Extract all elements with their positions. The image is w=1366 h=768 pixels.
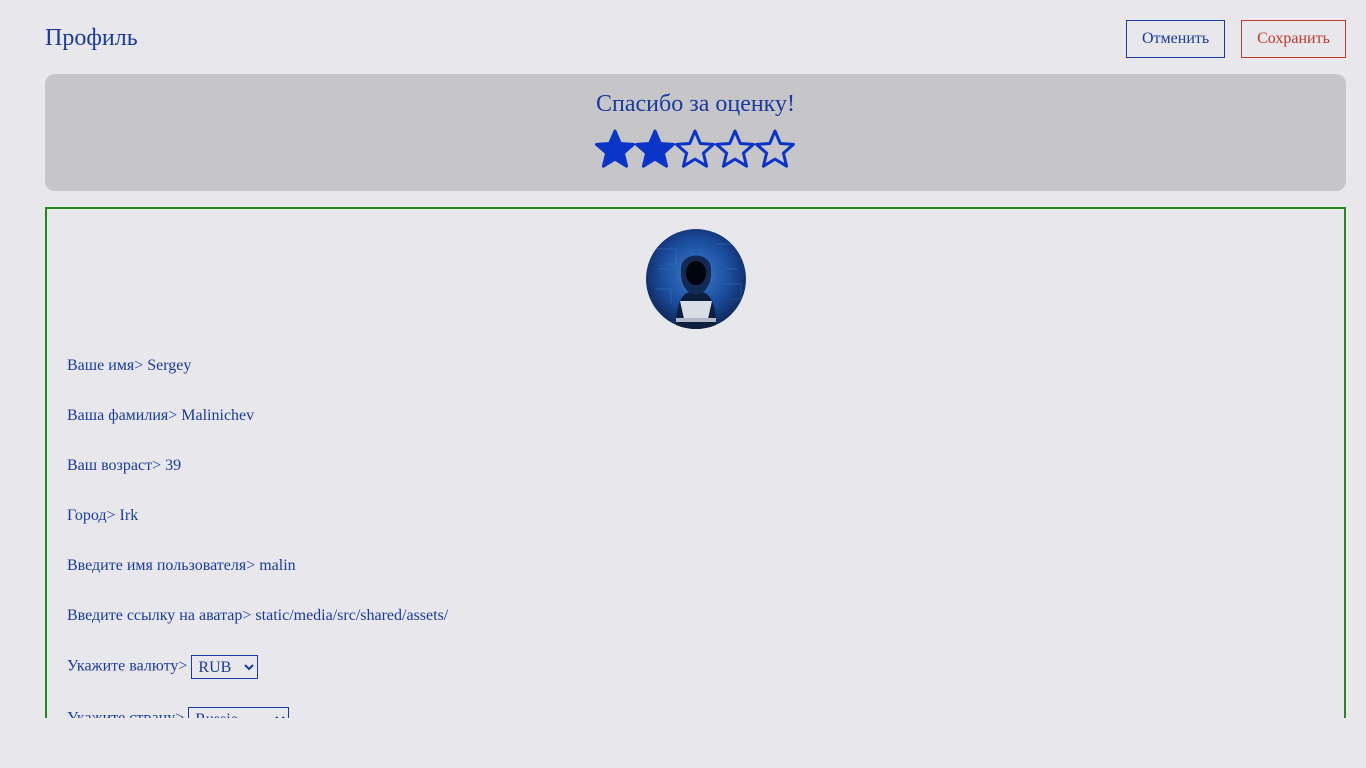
field-value[interactable]: 39 xyxy=(165,457,181,474)
profile-field: Ваше имя> Sergey xyxy=(67,357,191,375)
star-icon[interactable] xyxy=(595,128,635,170)
field-label: Введите ссылку на аватар> xyxy=(67,607,252,624)
page-title: Профиль xyxy=(45,25,138,51)
field-value[interactable]: Irk xyxy=(120,507,139,524)
profile-field: Введите имя пользователя> malin xyxy=(67,557,296,575)
currency-field: Укажите валюту> RUB xyxy=(67,655,259,679)
profile-field: Ваша фамилия> Malinichev xyxy=(67,407,254,425)
page-header: Профиль Отменить Сохранить xyxy=(45,20,1346,58)
field-value[interactable]: Malinichev xyxy=(181,407,254,424)
viewport-bottom xyxy=(0,718,1366,768)
field-label: Город> xyxy=(67,507,116,524)
field-label: Ваше имя> xyxy=(67,357,144,374)
currency-label: Укажите валюту> xyxy=(67,657,188,675)
field-label: Ваш возраст> xyxy=(67,457,162,474)
field-label: Ваша фамилия> xyxy=(67,407,178,424)
star-rating xyxy=(595,128,797,170)
field-label: Введите имя пользователя> xyxy=(67,557,256,574)
field-value[interactable]: static/media/src/shared/assets/ xyxy=(255,607,448,624)
profile-field: Ваш возраст> 39 xyxy=(67,457,181,475)
profile-card: Ваше имя> Sergey Ваша фамилия> Malinichev… xyxy=(45,207,1346,768)
star-icon[interactable] xyxy=(715,128,755,170)
profile-field: Город> Irk xyxy=(67,507,138,525)
star-icon[interactable] xyxy=(675,128,715,170)
field-value[interactable]: malin xyxy=(259,557,295,574)
rating-title: Спасибо за оценку! xyxy=(596,91,795,117)
star-icon[interactable] xyxy=(755,128,795,170)
rating-panel: Спасибо за оценку! xyxy=(45,74,1346,191)
avatar xyxy=(646,229,746,329)
star-icon[interactable] xyxy=(635,128,675,170)
currency-select[interactable]: RUB xyxy=(191,655,259,679)
cancel-button[interactable]: Отменить xyxy=(1126,20,1225,58)
field-value[interactable]: Sergey xyxy=(147,357,191,374)
hooded-hacker-avatar-icon xyxy=(646,229,746,329)
profile-field: Введите ссылку на аватар> static/media/s… xyxy=(67,607,448,625)
save-button[interactable]: Сохранить xyxy=(1241,20,1346,58)
